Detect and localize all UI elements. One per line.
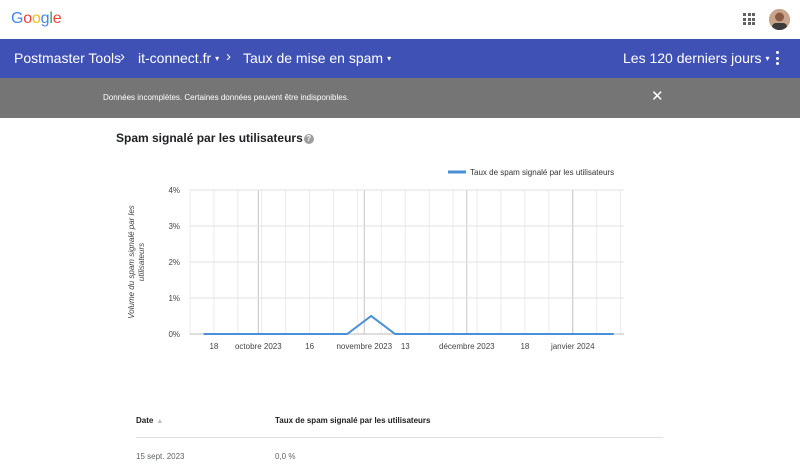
table-divider	[136, 437, 663, 438]
column-header-date-label: Date	[136, 416, 154, 425]
product-title[interactable]: Postmaster Tools	[14, 50, 121, 66]
help-icon[interactable]: ?	[303, 134, 314, 144]
section-label: Taux de mise en spam	[243, 50, 384, 66]
table-cell-date: 15 sept. 2023	[136, 452, 185, 461]
apps-grid-icon[interactable]	[743, 13, 755, 25]
google-logo[interactable]: Google	[11, 10, 62, 28]
more-vert-icon[interactable]	[776, 51, 780, 65]
logo-letter: o	[23, 10, 32, 27]
section-title-text: Spam signalé par les utilisateurs	[116, 131, 303, 145]
series-line	[203, 314, 614, 335]
table-cell-rate: 0,0 %	[275, 452, 296, 461]
column-header-rate[interactable]: Taux de spam signalé par les utilisateur…	[275, 416, 430, 425]
y-tick-label: 2%	[168, 258, 180, 267]
sort-up-icon: ▲	[156, 418, 164, 425]
domain-selector[interactable]: it-connect.fr ▾	[138, 50, 219, 66]
top-bar: Google	[0, 0, 800, 39]
x-tick-label: janvier 2024	[550, 342, 595, 351]
logo-letter: o	[31, 10, 41, 27]
caret-down-icon: ▾	[765, 54, 770, 63]
y-tick-label: 3%	[168, 222, 180, 231]
x-tick-label: décembre 2023	[439, 342, 495, 351]
x-tick-label: 18	[209, 342, 218, 351]
logo-letter: G	[11, 10, 24, 27]
period-label: Les 120 derniers jours	[623, 50, 762, 66]
period-selector[interactable]: Les 120 derniers jours ▾	[623, 50, 770, 66]
close-icon[interactable]: ✕	[651, 89, 664, 104]
x-tick-label: octobre 2023	[235, 342, 282, 351]
y-tick-label: 0%	[168, 330, 180, 339]
caret-down-icon: ▾	[387, 54, 392, 63]
account-avatar[interactable]	[769, 9, 790, 30]
breadcrumb-bar: Postmaster Tools › it-connect.fr ▾ › Taux…	[0, 39, 800, 78]
caret-down-icon: ▾	[215, 54, 220, 63]
x-tick-label: 16	[305, 342, 314, 351]
x-tick-label: 18	[520, 342, 529, 351]
spam-rate-chart: 0% 1% 2% 3% 4% 18 octobre 2023 16 novembre 2023 1…	[127, 168, 624, 351]
breadcrumb-separator-icon: ›	[226, 48, 231, 65]
y-tick-label: 1%	[168, 294, 180, 303]
domain-label: it-connect.fr	[138, 50, 212, 66]
logo-letter: e	[52, 10, 62, 27]
breadcrumb-separator-icon: ›	[120, 48, 125, 65]
section-selector[interactable]: Taux de mise en spam ▾	[243, 50, 391, 66]
legend-label: Taux de spam signalé par les utilisateur…	[470, 168, 614, 177]
x-tick-label: 13	[401, 342, 410, 351]
x-tick-label: novembre 2023	[336, 342, 392, 351]
y-tick-label: 4%	[168, 186, 180, 195]
banner-message: Données incomplètes. Certaines données p…	[103, 93, 349, 102]
column-header-date[interactable]: Date ▲	[136, 416, 163, 425]
section-title: Spam signalé par les utilisateurs?	[116, 131, 314, 145]
y-axis-label: Volume du spam signalé par lesutilisateu…	[127, 205, 146, 319]
incomplete-data-banner: Données incomplètes. Certaines données p…	[0, 78, 800, 118]
